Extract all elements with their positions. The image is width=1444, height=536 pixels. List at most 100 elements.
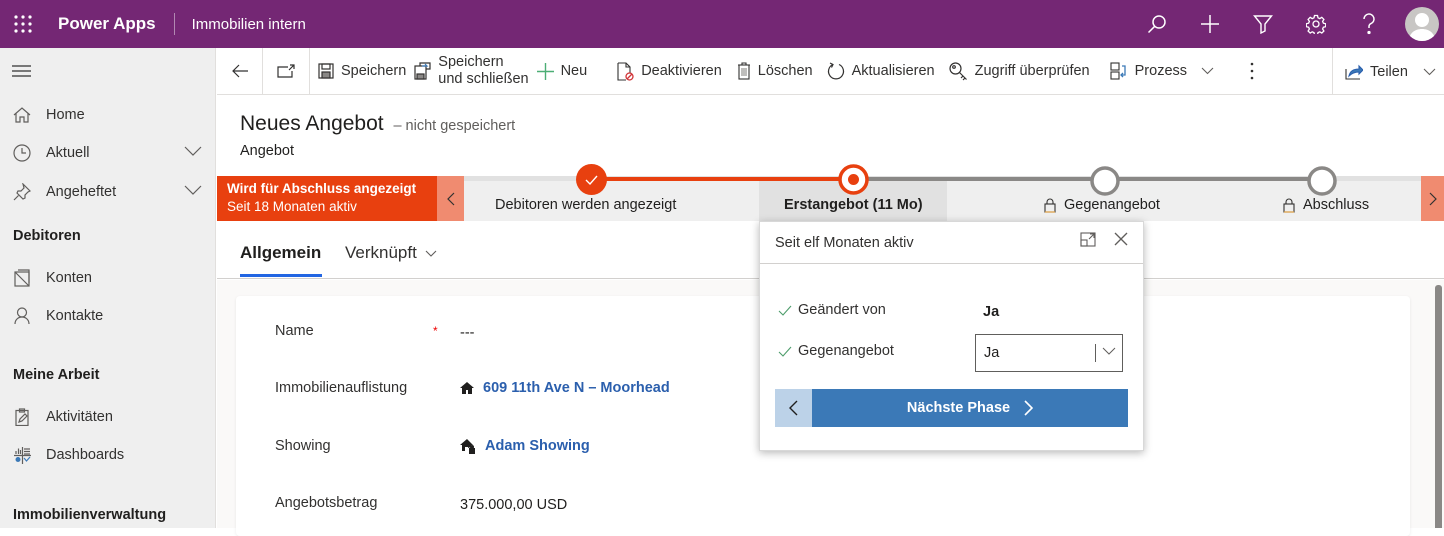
showing-house-icon [460,438,476,454]
delete-button[interactable]: Löschen [733,48,817,95]
nav-group-title: Meine Arbeit [13,367,100,383]
dock-flyout-icon[interactable] [1080,232,1096,247]
field-label-offer-amount: Angebotsbetrag [275,495,378,511]
popout-icon [277,64,295,78]
accounts-icon [12,269,32,287]
stage-pending-indicator-icon[interactable] [1090,166,1120,196]
plus-icon[interactable] [1183,0,1236,48]
house-icon [460,382,474,394]
active-process-duration: Seit 18 Monaten aktiv [227,199,357,214]
sidebar-item-label: Konten [46,270,92,286]
showing-field[interactable]: Adam Showing [460,438,590,454]
pin-icon [12,183,32,201]
stage-gegenangebot[interactable]: Gegenangebot [1044,197,1160,213]
chevron-down-icon [1201,67,1214,75]
stage-active-indicator-icon[interactable] [838,164,869,195]
select-value: Ja [984,345,1000,361]
sidebar-item-konten[interactable]: Konten [0,260,216,296]
stage-pending-indicator-icon[interactable] [1307,166,1337,196]
bpf-progress-completed [591,177,854,181]
record-title-text: Neues Angebot [240,112,384,135]
avatar[interactable] [1405,7,1439,41]
search-icon[interactable] [1130,0,1183,48]
command-bar: Speichern Speichern und schließen Neu De… [217,47,1444,95]
flyout-field-label: Gegenangebot [798,343,894,359]
delete-label: Löschen [757,63,813,79]
sidebar-item-home[interactable]: Home [0,97,216,133]
filter-icon[interactable] [1236,0,1289,48]
more-vertical-icon [1250,62,1254,80]
open-in-new-window-button[interactable] [263,47,310,95]
flyout-field-gegenangebot: Gegenangebot [778,343,894,359]
sidebar-item-kontakte[interactable]: Kontakte [0,298,216,334]
listing-link[interactable]: 609 11th Ave N – Moorhead [483,380,670,396]
sidebar-item-angeheftet[interactable]: Angeheftet [0,174,216,210]
sidebar-item-label: Dashboards [46,447,125,463]
save-close-icon [414,62,431,80]
nav-group-title: Debitoren [13,228,81,244]
deactivate-label: Deaktivieren [641,63,722,79]
hamburger-menu-icon[interactable] [12,65,31,77]
check-icon [778,305,792,316]
stage-abschluss[interactable]: Abschluss [1283,197,1369,213]
environment-name[interactable]: Immobilien intern [192,16,306,33]
lock-icon [1044,198,1056,213]
bpf-next-button[interactable] [1421,176,1444,221]
refresh-button[interactable]: Aktualisieren [823,48,939,95]
save-button[interactable]: Speichern [314,48,410,95]
name-field[interactable]: --- [460,325,475,341]
sidebar-item-aktuell[interactable]: Aktuell [0,135,216,171]
help-icon[interactable] [1342,0,1395,48]
deactivate-button[interactable]: Deaktivieren [613,48,726,95]
stage-completed-check-icon[interactable] [576,164,607,195]
plus-icon [536,62,554,80]
dashboard-icon [12,446,32,464]
nav-group-title: Immobilienverwaltung [13,507,167,523]
back-button[interactable] [217,47,263,95]
key-search-icon [949,61,968,81]
new-button[interactable]: Neu [533,48,592,95]
listing-field[interactable]: 609 11th Ave N – Moorhead [460,380,670,396]
close-icon[interactable] [1114,232,1128,247]
active-process-badge[interactable]: Wird für Abschluss angezeigt Seit 18 Mon… [217,176,437,221]
stage-flyout: Seit elf Monaten aktiv Geändert von Ja G… [759,221,1144,451]
sidebar-item-label: Aktuell [46,145,90,161]
trash-icon [737,62,751,80]
showing-link[interactable]: Adam Showing [485,438,590,454]
vertical-scrollbar[interactable] [1435,285,1442,528]
share-label: Teilen [1370,63,1408,80]
tab-verknuepft[interactable]: Verknüpft [345,243,437,263]
required-indicator: * [433,324,438,338]
save-and-close-button[interactable]: Speichern und schließen [410,48,532,95]
share-button[interactable]: Teilen [1332,48,1444,95]
chevron-left-icon [446,192,455,206]
record-title: Neues Angebot – nicht gespeichert [240,112,515,136]
bpf-previous-button[interactable] [437,176,464,221]
app-launcher-waffle-icon[interactable] [0,0,46,48]
sidebar-item-aktivitaeten[interactable]: Aktivitäten [0,399,216,435]
stage-label[interactable]: Debitoren werden angezeigt [495,197,676,213]
previous-stage-button[interactable] [775,389,812,427]
stage-label-active[interactable]: Erstangebot (11 Mo) [784,197,923,213]
chevron-right-icon [1429,192,1437,206]
gegenangebot-select[interactable]: Ja [975,334,1123,372]
save-close-label: Speichern und schließen [438,54,529,87]
process-label: Prozess [1134,63,1188,79]
sidebar-item-label: Home [46,107,85,123]
check-access-button[interactable]: Zugriff überprüfen [945,48,1094,95]
person-icon [12,307,32,325]
chevron-down-icon[interactable] [184,146,202,156]
more-commands-button[interactable] [1246,48,1258,95]
tab-allgemein[interactable]: Allgemein [240,243,321,263]
chevron-down-icon [425,250,437,257]
next-stage-button[interactable]: Nächste Phase [812,389,1128,427]
check-icon [778,346,792,357]
gear-icon[interactable] [1289,0,1342,48]
chevron-down-icon[interactable] [184,185,202,195]
geaendert-von-value[interactable]: Ja [983,304,999,320]
sidebar-item-dashboards[interactable]: Dashboards [0,437,216,473]
offer-amount-field[interactable]: 375.000,00 USD [460,497,567,513]
app-name[interactable]: Power Apps [58,14,156,34]
refresh-icon [827,62,845,80]
process-button[interactable]: Prozess [1106,48,1218,95]
